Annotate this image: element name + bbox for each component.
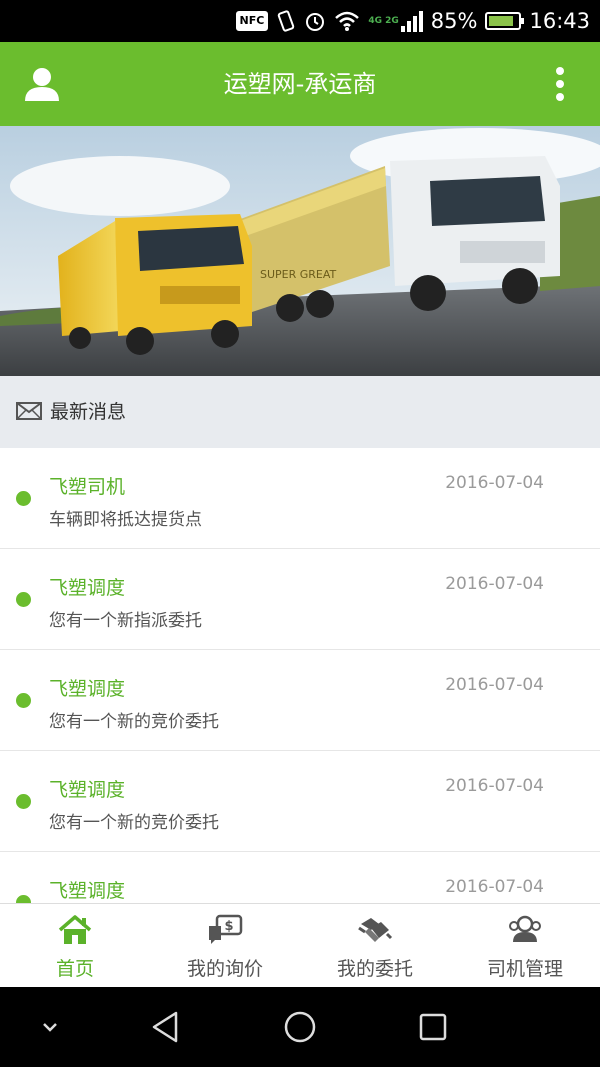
list-item[interactable]: 飞塑司机 2016-07-04 车辆即将抵达提货点 [0, 448, 600, 549]
hide-nav-button[interactable] [30, 1007, 70, 1047]
message-text: 车辆即将抵达提货点 [49, 510, 202, 530]
home-nav-button[interactable] [280, 1007, 320, 1047]
truck-brand-text: SUPER GREAT [260, 268, 337, 281]
envelope-icon [16, 402, 42, 420]
home-icon [58, 915, 92, 944]
trucks-banner-image: SUPER GREAT [0, 126, 600, 376]
more-options-button[interactable] [550, 66, 570, 102]
unread-dot-icon [16, 794, 31, 809]
handshake-icon [358, 918, 393, 942]
message-text: 您有一个新的竞价委托 [49, 712, 219, 732]
tab-home[interactable]: 首页 [0, 904, 150, 987]
list-item[interactable]: 飞塑调度 2016-07-04 您有一个新的竞价委托 [0, 751, 600, 852]
unread-dot-icon [16, 491, 31, 506]
tab-my-orders[interactable]: 我的委托 [300, 904, 450, 987]
page-title: 运塑网-承运商 [223, 70, 377, 98]
network-type: 4G 2G [368, 16, 399, 26]
latest-news-header: 最新消息 [0, 376, 600, 448]
recents-square-icon [419, 1013, 447, 1041]
bottom-tab-bar: 首页 $ 我的询价 我的委托 司机管理 [0, 903, 600, 987]
svg-text:$: $ [224, 919, 233, 934]
battery-icon [485, 12, 525, 30]
status-bar: NFC 4G 2G 85% 16:43 [0, 0, 600, 42]
price-inquiry-icon: $ [209, 914, 243, 944]
list-item[interactable]: 飞塑调度 2016-07-04 您有一个新指派委托 [0, 549, 600, 650]
tab-label: 我的委托 [336, 958, 413, 980]
tab-label: 首页 [55, 958, 94, 980]
system-nav-bar [0, 987, 600, 1067]
unread-dot-icon [16, 592, 31, 607]
list-item[interactable]: 飞塑调度 2016-07-04 您有一个新的竞价委托 [0, 650, 600, 751]
message-sender: 飞塑调度 [49, 779, 126, 801]
back-triangle-icon [152, 1011, 178, 1043]
message-list: 飞塑司机 2016-07-04 车辆即将抵达提货点 飞塑调度 2016-07-0… [0, 448, 600, 903]
app-header: 运塑网-承运商 [0, 42, 600, 126]
message-sender: 飞塑调度 [49, 880, 126, 902]
message-sender: 飞塑调度 [49, 678, 126, 700]
nfc-icon: NFC [235, 11, 269, 31]
more-vertical-icon [556, 67, 564, 101]
section-title: 最新消息 [50, 401, 127, 423]
clock: 16:43 [529, 9, 590, 33]
vibrate-icon [278, 10, 295, 32]
back-button[interactable] [146, 1007, 186, 1047]
list-item[interactable]: 飞塑调度 2016-07-04 [0, 852, 600, 903]
recents-button[interactable] [413, 1007, 453, 1047]
message-date: 2016-07-04 [445, 574, 544, 594]
message-date: 2016-07-04 [445, 473, 544, 493]
message-date: 2016-07-04 [445, 675, 544, 695]
message-text: 您有一个新的竞价委托 [49, 813, 219, 833]
unread-dot-icon [16, 895, 31, 903]
promo-banner[interactable]: SUPER GREAT [0, 126, 600, 376]
signal-icon [400, 10, 423, 32]
message-date: 2016-07-04 [445, 776, 544, 796]
unread-dot-icon [16, 693, 31, 708]
tab-label: 我的询价 [186, 958, 263, 980]
home-circle-icon [284, 1011, 316, 1043]
battery-percent: 85% [430, 9, 478, 33]
tab-my-inquiry[interactable]: $ 我的询价 [150, 904, 300, 987]
chevron-down-icon [43, 1023, 57, 1032]
message-date: 2016-07-04 [445, 877, 544, 897]
message-sender: 飞塑调度 [49, 577, 126, 599]
message-text: 您有一个新指派委托 [49, 611, 202, 631]
message-sender: 飞塑司机 [49, 476, 126, 498]
tab-driver-management[interactable]: 司机管理 [450, 904, 600, 987]
tab-label: 司机管理 [486, 958, 563, 980]
drivers-icon [509, 915, 541, 942]
alarm-icon [306, 13, 325, 31]
wifi-icon [335, 11, 360, 31]
